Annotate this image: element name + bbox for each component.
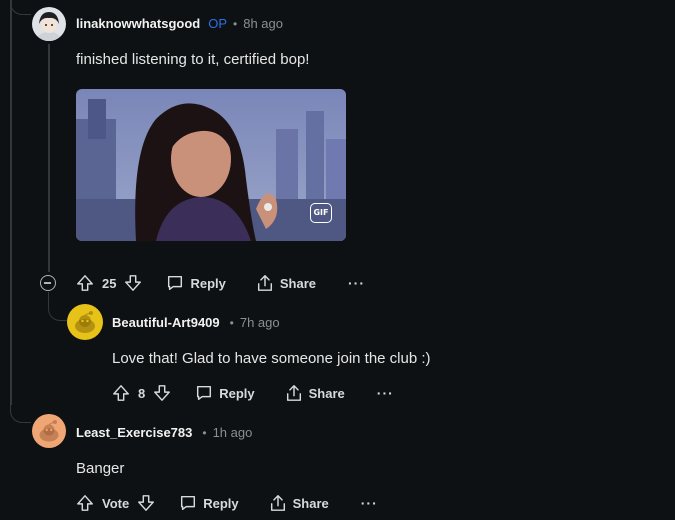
downvote-icon[interactable] [153, 384, 171, 402]
share-label: Share [292, 495, 329, 511]
share-label: Share [279, 275, 317, 291]
share-button[interactable]: Share [269, 494, 329, 512]
upvote-icon[interactable] [112, 384, 130, 402]
share-icon [286, 385, 301, 401]
gif-image[interactable]: GIF [76, 89, 346, 241]
timestamp[interactable]: 7h ago [240, 315, 280, 330]
downvote-icon[interactable] [137, 494, 155, 512]
reply-label: Reply [203, 495, 239, 511]
avatar[interactable] [67, 304, 103, 340]
thread-line-outer [10, 0, 12, 405]
comment-body: Banger [76, 460, 125, 477]
share-label: Share [308, 385, 345, 401]
username[interactable]: linaknowwhatsgood [76, 16, 200, 31]
separator: • [202, 425, 207, 440]
avatar[interactable] [32, 414, 66, 448]
timestamp[interactable]: 8h ago [243, 16, 283, 31]
comment-actions: 25 Reply Share ··· [76, 271, 365, 295]
thread-line-outer-curve [10, 404, 31, 423]
thread-line-reply-curve [48, 292, 67, 321]
timestamp[interactable]: 1h ago [213, 425, 253, 440]
share-icon [257, 275, 272, 291]
reply-label: Reply [190, 275, 226, 291]
comment-icon [197, 385, 212, 401]
upvote-icon[interactable] [76, 274, 94, 292]
comment-icon [181, 495, 196, 511]
thread-line-top-curve [10, 0, 31, 15]
gif-badge: GIF [310, 203, 332, 223]
reply-label: Reply [219, 385, 255, 401]
collapse-thread-button[interactable] [40, 275, 56, 291]
comment-icon [168, 275, 183, 291]
share-button[interactable]: Share [285, 384, 345, 402]
op-badge: OP [208, 16, 228, 31]
more-options-icon[interactable]: ··· [361, 495, 378, 511]
comment-meta: Beautiful-Art9409 • 7h ago [112, 315, 280, 330]
separator: • [233, 16, 238, 31]
share-button[interactable]: Share [256, 274, 316, 292]
share-icon [270, 495, 285, 511]
vote-count: 8 [138, 385, 146, 401]
vote-count: 25 [102, 275, 117, 291]
reply-button[interactable]: Reply [166, 274, 226, 292]
downvote-icon[interactable] [124, 274, 142, 292]
more-options-icon[interactable]: ··· [377, 385, 394, 401]
comment-meta: linaknowwhatsgood OP • 8h ago [76, 16, 283, 31]
reply-button[interactable]: Reply [179, 494, 239, 512]
avatar[interactable] [32, 7, 66, 41]
upvote-icon[interactable] [76, 494, 94, 512]
username[interactable]: Beautiful-Art9409 [112, 315, 220, 330]
separator: • [229, 315, 234, 330]
username[interactable]: Least_Exercise783 [76, 425, 192, 440]
more-options-icon[interactable]: ··· [348, 275, 365, 291]
thread-line-comment1 [48, 44, 50, 272]
comment-body: finished listening to it, certified bop! [76, 51, 310, 68]
comment-actions: Vote Reply Share ··· [76, 491, 378, 515]
comment-actions: 8 Reply Share ··· [112, 381, 394, 405]
vote-label: Vote [102, 495, 130, 511]
comment-meta: Least_Exercise783 • 1h ago [76, 425, 252, 440]
reply-button[interactable]: Reply [195, 384, 255, 402]
comment-body: Love that! Glad to have someone join the… [112, 350, 431, 367]
